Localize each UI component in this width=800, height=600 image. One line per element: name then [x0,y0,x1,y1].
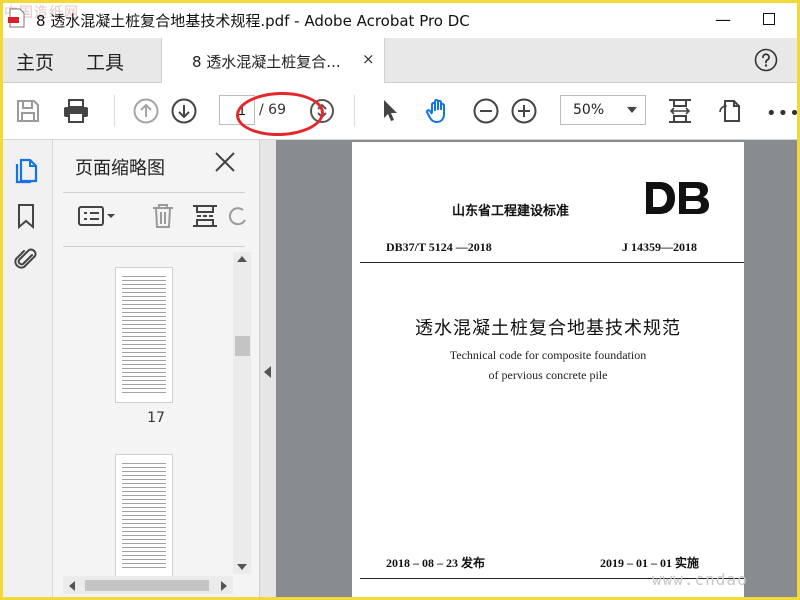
attachment-icon[interactable] [12,246,40,274]
scroll-up-arrow-icon[interactable] [237,256,247,262]
panel-splitter[interactable] [259,140,276,600]
panel-divider [63,246,245,247]
insert-page-icon[interactable] [191,202,219,230]
tab-bar: 主页 工具 8 透水混凝土桩复合... × [0,38,800,83]
horizontal-scrollbar-thumb[interactable] [85,580,209,591]
scrollbar-thumb[interactable] [235,336,250,356]
save-icon[interactable] [14,97,42,125]
previous-page-icon[interactable] [132,97,160,125]
standard-code-db: DB37/T 5124 —2018 [386,240,492,254]
vertical-scrollbar[interactable] [233,252,251,574]
close-icon[interactable] [213,150,237,174]
page-thumbnails-icon[interactable] [12,156,40,184]
page-thumbnail[interactable] [115,267,173,403]
left-navigation-rail [0,140,53,600]
hand-tool-icon[interactable] [424,97,452,125]
maximize-icon [763,13,775,25]
select-cursor-icon[interactable] [376,97,404,125]
zoom-value: 50% [573,102,605,118]
horizontal-scrollbar[interactable] [63,576,233,594]
standard-organization: 山东省工程建设标准 [452,204,570,219]
document-title-english-line1: Technical code for composite foundation [449,348,647,362]
standard-code-j: J 14359—2018 [622,240,697,254]
scroll-left-arrow-icon[interactable] [69,581,75,591]
tab-close-button[interactable]: × [362,50,375,68]
panel-divider [63,192,245,193]
tab-document-label: 8 透水混凝土桩复合... [192,53,341,71]
db-logo [646,182,709,214]
toolbar-separator [114,95,115,127]
chevron-down-icon [627,107,637,113]
main-toolbar: / 69 50% ••• [0,83,800,140]
thumbnail-panel: 页面缩略图 17 [53,140,259,600]
tab-document[interactable]: 8 透水混凝土桩复合... × [161,38,385,83]
page-thumbnail[interactable] [115,454,173,577]
maximize-button[interactable] [746,0,792,38]
bookmark-icon[interactable] [12,202,40,230]
options-menu-icon[interactable] [77,202,117,230]
scroll-right-arrow-icon[interactable] [221,581,227,591]
panel-title: 页面缩略图 [75,158,165,179]
tab-home[interactable]: 主页 [16,48,54,75]
zoom-in-icon[interactable] [510,97,538,125]
rotate-icon[interactable] [229,202,247,230]
zoom-dropdown[interactable]: 50% [560,95,646,125]
thumbnail-text-lines [122,463,166,571]
document-page[interactable]: 山东省工程建设标准 DB37/T 5124 —2018 J 14359—2018… [352,142,744,600]
next-page-icon[interactable] [170,97,198,125]
tab-tools[interactable]: 工具 [86,48,124,75]
publish-date: 2018 – 08 – 23 发布 [386,556,486,570]
watermark-bottom-right: www.cndao [652,570,748,589]
more-tools-button[interactable]: ••• [766,103,800,124]
window-title: 8 透水混凝土桩复合地基技术规程.pdf - Adobe Acrobat Pro… [36,12,470,30]
print-icon[interactable] [62,97,90,125]
fit-page-icon[interactable] [666,97,694,125]
toolbar-separator [354,95,355,127]
rotate-page-icon[interactable] [716,97,744,125]
collapse-panel-arrow-icon[interactable] [264,366,271,378]
minimize-button[interactable]: — [700,0,746,38]
title-bar: 中国造纸网 8 透水混凝土桩复合地基技术规程.pdf - Adobe Acrob… [0,0,800,38]
thumbnail-page-label: 17 [147,410,165,426]
header-rule [360,262,744,263]
delete-page-icon[interactable] [149,202,177,230]
implement-date: 2019 – 01 – 01 实施 [600,556,700,570]
thumbnail-text-lines [122,276,166,396]
document-title-chinese: 透水混凝土桩复合地基技术规范 [415,318,681,339]
acrobat-file-icon [8,8,25,28]
zoom-out-icon[interactable] [472,97,500,125]
help-icon[interactable] [754,48,778,72]
document-title-english-line2: of pervious concrete pile [488,368,608,382]
scroll-down-arrow-icon[interactable] [237,564,247,570]
